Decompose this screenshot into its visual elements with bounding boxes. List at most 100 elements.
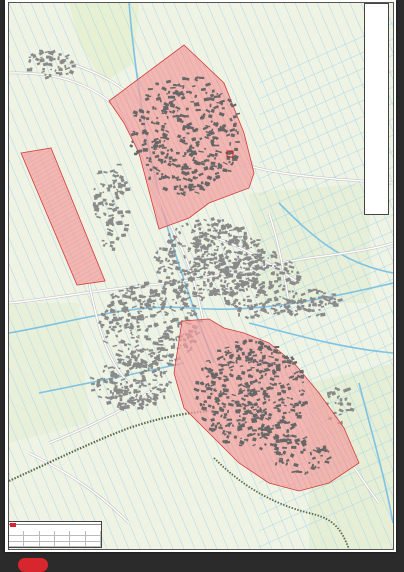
building bbox=[331, 293, 337, 296]
building bbox=[291, 445, 297, 449]
building bbox=[39, 58, 45, 63]
building bbox=[140, 295, 146, 298]
document-viewer bbox=[0, 0, 404, 572]
building bbox=[186, 312, 192, 314]
building bbox=[159, 383, 163, 386]
building bbox=[284, 262, 288, 266]
building bbox=[300, 450, 304, 454]
building bbox=[174, 98, 176, 101]
building bbox=[165, 257, 168, 262]
building bbox=[158, 144, 163, 148]
building bbox=[261, 359, 264, 363]
building bbox=[258, 381, 261, 384]
title-block-cell bbox=[70, 541, 86, 547]
building bbox=[177, 118, 182, 122]
building bbox=[275, 439, 280, 443]
building bbox=[345, 408, 352, 412]
building bbox=[274, 375, 280, 378]
building bbox=[137, 349, 142, 352]
building bbox=[209, 103, 212, 108]
building bbox=[152, 106, 155, 110]
building bbox=[112, 375, 118, 378]
building bbox=[124, 224, 130, 227]
building bbox=[218, 363, 224, 367]
building bbox=[112, 392, 114, 396]
building bbox=[249, 299, 252, 303]
building bbox=[246, 435, 250, 437]
building bbox=[148, 349, 154, 352]
building bbox=[248, 273, 255, 276]
building bbox=[282, 390, 286, 394]
building bbox=[257, 248, 260, 253]
building bbox=[320, 454, 323, 457]
building bbox=[287, 290, 291, 293]
building bbox=[339, 398, 343, 402]
title-block bbox=[8, 521, 102, 548]
building bbox=[180, 289, 183, 293]
building bbox=[64, 64, 67, 69]
building bbox=[132, 378, 137, 382]
building bbox=[142, 364, 148, 369]
title-block-cell bbox=[54, 541, 71, 547]
title-block-heading bbox=[9, 522, 101, 525]
building bbox=[207, 395, 212, 400]
building bbox=[248, 264, 251, 268]
title-block-grid bbox=[9, 531, 101, 547]
building bbox=[212, 136, 217, 140]
building bbox=[272, 371, 276, 375]
building bbox=[102, 191, 105, 194]
building bbox=[239, 288, 245, 292]
building bbox=[311, 309, 315, 313]
building bbox=[212, 405, 215, 409]
building bbox=[139, 302, 144, 306]
title-block-cell bbox=[39, 541, 55, 547]
building bbox=[282, 446, 287, 449]
building bbox=[267, 257, 270, 259]
building bbox=[242, 235, 248, 240]
building bbox=[219, 257, 225, 261]
building bbox=[42, 67, 46, 71]
building bbox=[229, 270, 232, 273]
building bbox=[273, 361, 276, 366]
building bbox=[159, 158, 164, 162]
building bbox=[142, 148, 148, 152]
building bbox=[120, 233, 127, 238]
map-frame[interactable] bbox=[8, 2, 394, 550]
building bbox=[238, 356, 242, 361]
title-block-cell bbox=[85, 541, 101, 547]
building bbox=[196, 276, 200, 279]
building bbox=[183, 272, 187, 276]
building bbox=[164, 281, 170, 285]
building bbox=[276, 392, 282, 396]
building bbox=[143, 369, 148, 373]
building bbox=[57, 65, 60, 69]
building bbox=[263, 354, 266, 358]
red-badge[interactable] bbox=[18, 558, 48, 572]
building bbox=[278, 459, 283, 463]
map-legend bbox=[364, 3, 389, 215]
building bbox=[172, 83, 177, 87]
building bbox=[300, 374, 305, 379]
title-block-cell bbox=[24, 541, 40, 547]
building bbox=[182, 76, 185, 81]
building bbox=[253, 253, 259, 256]
building bbox=[207, 228, 212, 232]
building bbox=[262, 305, 266, 309]
building bbox=[212, 280, 215, 282]
building bbox=[203, 284, 207, 287]
building bbox=[277, 352, 282, 354]
building bbox=[58, 53, 62, 56]
building bbox=[278, 285, 281, 288]
building bbox=[102, 198, 107, 202]
building bbox=[153, 322, 157, 327]
building bbox=[217, 237, 220, 239]
building bbox=[203, 281, 206, 285]
building bbox=[175, 151, 180, 155]
building bbox=[152, 379, 157, 382]
building bbox=[134, 350, 137, 353]
building bbox=[145, 94, 150, 97]
building bbox=[203, 273, 206, 276]
building bbox=[260, 259, 263, 262]
building bbox=[213, 410, 219, 415]
map-canvas[interactable] bbox=[9, 3, 393, 549]
